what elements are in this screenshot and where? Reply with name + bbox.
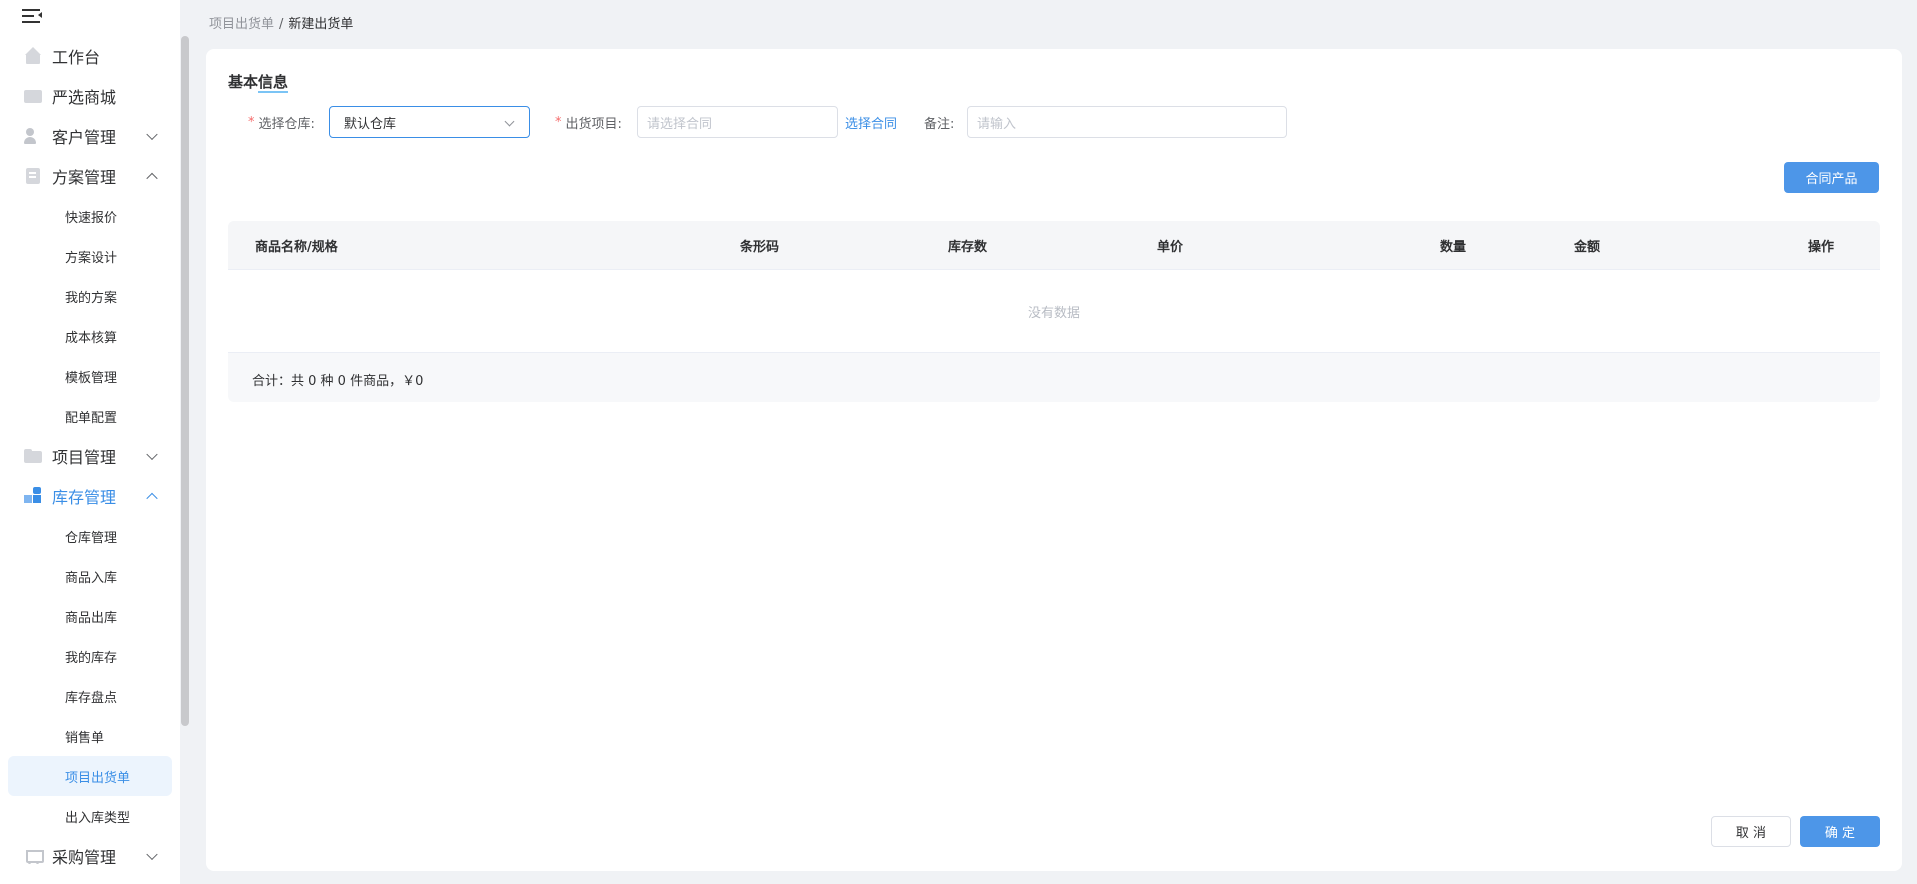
remark-input-placeholder: 请输入: [977, 116, 1017, 132]
sub-item-cost-accounting[interactable]: 成本核算: [0, 316, 180, 356]
sub-item-project-shipment[interactable]: 项目出货单: [8, 756, 172, 796]
sub-item-plan-design[interactable]: 方案设计: [0, 236, 180, 276]
warehouse-select-value: 默认仓库: [344, 116, 397, 132]
shop-icon: [24, 87, 42, 105]
chevron-up-icon: [146, 492, 158, 505]
chevron-down-icon: [146, 848, 158, 861]
choose-contract-wrap: 选择合同: [845, 106, 897, 138]
column-header-barcode: 条形码: [740, 240, 780, 255]
menu-label: 采购管理: [52, 848, 117, 867]
remark-label: 备注:: [924, 116, 955, 132]
warehouse-select[interactable]: 默认仓库: [329, 106, 530, 138]
sub-item-stock-in[interactable]: 商品入库: [0, 556, 180, 596]
project-input[interactable]: 请选择合同: [637, 106, 838, 138]
sub-item-io-types[interactable]: 出入库类型: [0, 796, 180, 836]
cart-icon: [24, 847, 44, 865]
menu-label: 项目管理: [52, 448, 117, 467]
menu-label: 库存管理: [52, 488, 117, 507]
menu-label: 方案管理: [52, 168, 117, 187]
contract-products-button[interactable]: 合同产品: [1784, 162, 1879, 193]
chevron-down-icon: [146, 448, 158, 461]
required-mark: *: [248, 114, 255, 130]
products-table: 商品名称/规格 条形码 库存数 单价 数量 金额 操作 没有数据 合计：共 0 …: [228, 221, 1880, 402]
sub-item-order-config[interactable]: 配单配置: [0, 396, 180, 436]
chevron-up-icon: [146, 172, 158, 185]
column-header-actions: 操作: [1808, 240, 1835, 255]
table-header: 商品名称/规格 条形码 库存数 单价 数量 金额 操作: [228, 221, 1880, 270]
column-header-quantity: 数量: [1440, 240, 1467, 255]
sub-item-my-stock[interactable]: 我的库存: [0, 636, 180, 676]
sidebar: 工作台 严选商城 客户管理 方案管理 快速报价 方案设计 我的方案 成本核算 模…: [0, 0, 180, 884]
warehouse-form-item: * 选择仓库:: [248, 106, 315, 138]
folder-icon: [24, 447, 42, 465]
sub-item-quick-quote[interactable]: 快速报价: [0, 196, 180, 236]
user-icon: [24, 127, 42, 145]
menu-item-plans[interactable]: 方案管理: [0, 156, 180, 196]
menu-label: 客户管理: [52, 128, 117, 147]
collapse-menu-icon[interactable]: [22, 6, 44, 26]
document-icon: [24, 167, 42, 185]
breadcrumb: 项目出货单 / 新建出货单: [209, 13, 353, 32]
menu-label: 工作台: [52, 48, 101, 67]
column-header-amount: 金额: [1574, 240, 1601, 255]
boxes-icon: [24, 487, 42, 505]
home-icon: [24, 47, 42, 65]
main-card: 基本信息 * 选择仓库: 默认仓库 * 出货项目: 请选择合同 选择合同 备注:…: [206, 49, 1902, 871]
cancel-button[interactable]: 取 消: [1711, 816, 1791, 847]
menu-item-workbench[interactable]: 工作台: [0, 36, 180, 76]
warehouse-label: 选择仓库:: [258, 116, 315, 132]
required-mark: *: [555, 114, 562, 130]
sub-item-warehouse[interactable]: 仓库管理: [0, 516, 180, 556]
sub-item-stocktake[interactable]: 库存盘点: [0, 676, 180, 716]
table-empty-state: 没有数据: [228, 270, 1880, 353]
sub-item-template-management[interactable]: 模板管理: [0, 356, 180, 396]
project-input-placeholder: 请选择合同: [647, 116, 713, 132]
remark-input-wrap: 请输入: [967, 106, 1287, 138]
column-header-name: 商品名称/规格: [255, 240, 338, 255]
project-label: 出货项目:: [565, 116, 622, 132]
sidebar-menu: 工作台 严选商城 客户管理 方案管理 快速报价 方案设计 我的方案 成本核算 模…: [0, 36, 180, 876]
sub-item-sales-order[interactable]: 销售单: [0, 716, 180, 756]
choose-contract-link[interactable]: 选择合同: [845, 113, 897, 132]
menu-label: 严选商城: [52, 88, 117, 107]
menu-item-mall[interactable]: 严选商城: [0, 76, 180, 116]
chevron-down-icon: [146, 128, 158, 141]
column-header-stock: 库存数: [948, 240, 988, 255]
menu-item-purchasing[interactable]: 采购管理: [0, 836, 180, 876]
remark-input[interactable]: 请输入: [967, 106, 1287, 138]
breadcrumb-current: 新建出货单: [288, 17, 354, 32]
sub-item-my-plans[interactable]: 我的方案: [0, 276, 180, 316]
sidebar-scrollbar[interactable]: [181, 36, 189, 726]
table-summary: 合计：共 0 种 0 件商品，￥0: [252, 374, 424, 389]
menu-item-projects[interactable]: 项目管理: [0, 436, 180, 476]
chevron-down-icon: [504, 116, 515, 127]
project-input-wrap: 请选择合同: [637, 106, 838, 138]
section-title-part: 基本: [228, 73, 259, 91]
section-title-part: 信息: [258, 73, 289, 93]
remark-form-item: 备注:: [924, 106, 954, 138]
section-title: 基本信息: [228, 71, 289, 93]
warehouse-select-wrap: 默认仓库: [329, 106, 530, 138]
breadcrumb-separator: /: [279, 17, 284, 32]
sub-item-stock-out[interactable]: 商品出库: [0, 596, 180, 636]
menu-item-inventory[interactable]: 库存管理: [0, 476, 180, 516]
column-header-unit-price: 单价: [1157, 240, 1184, 255]
menu-item-customers[interactable]: 客户管理: [0, 116, 180, 156]
project-form-item: * 出货项目:: [555, 106, 622, 138]
confirm-button[interactable]: 确 定: [1800, 816, 1880, 847]
breadcrumb-parent-link[interactable]: 项目出货单: [209, 17, 274, 32]
